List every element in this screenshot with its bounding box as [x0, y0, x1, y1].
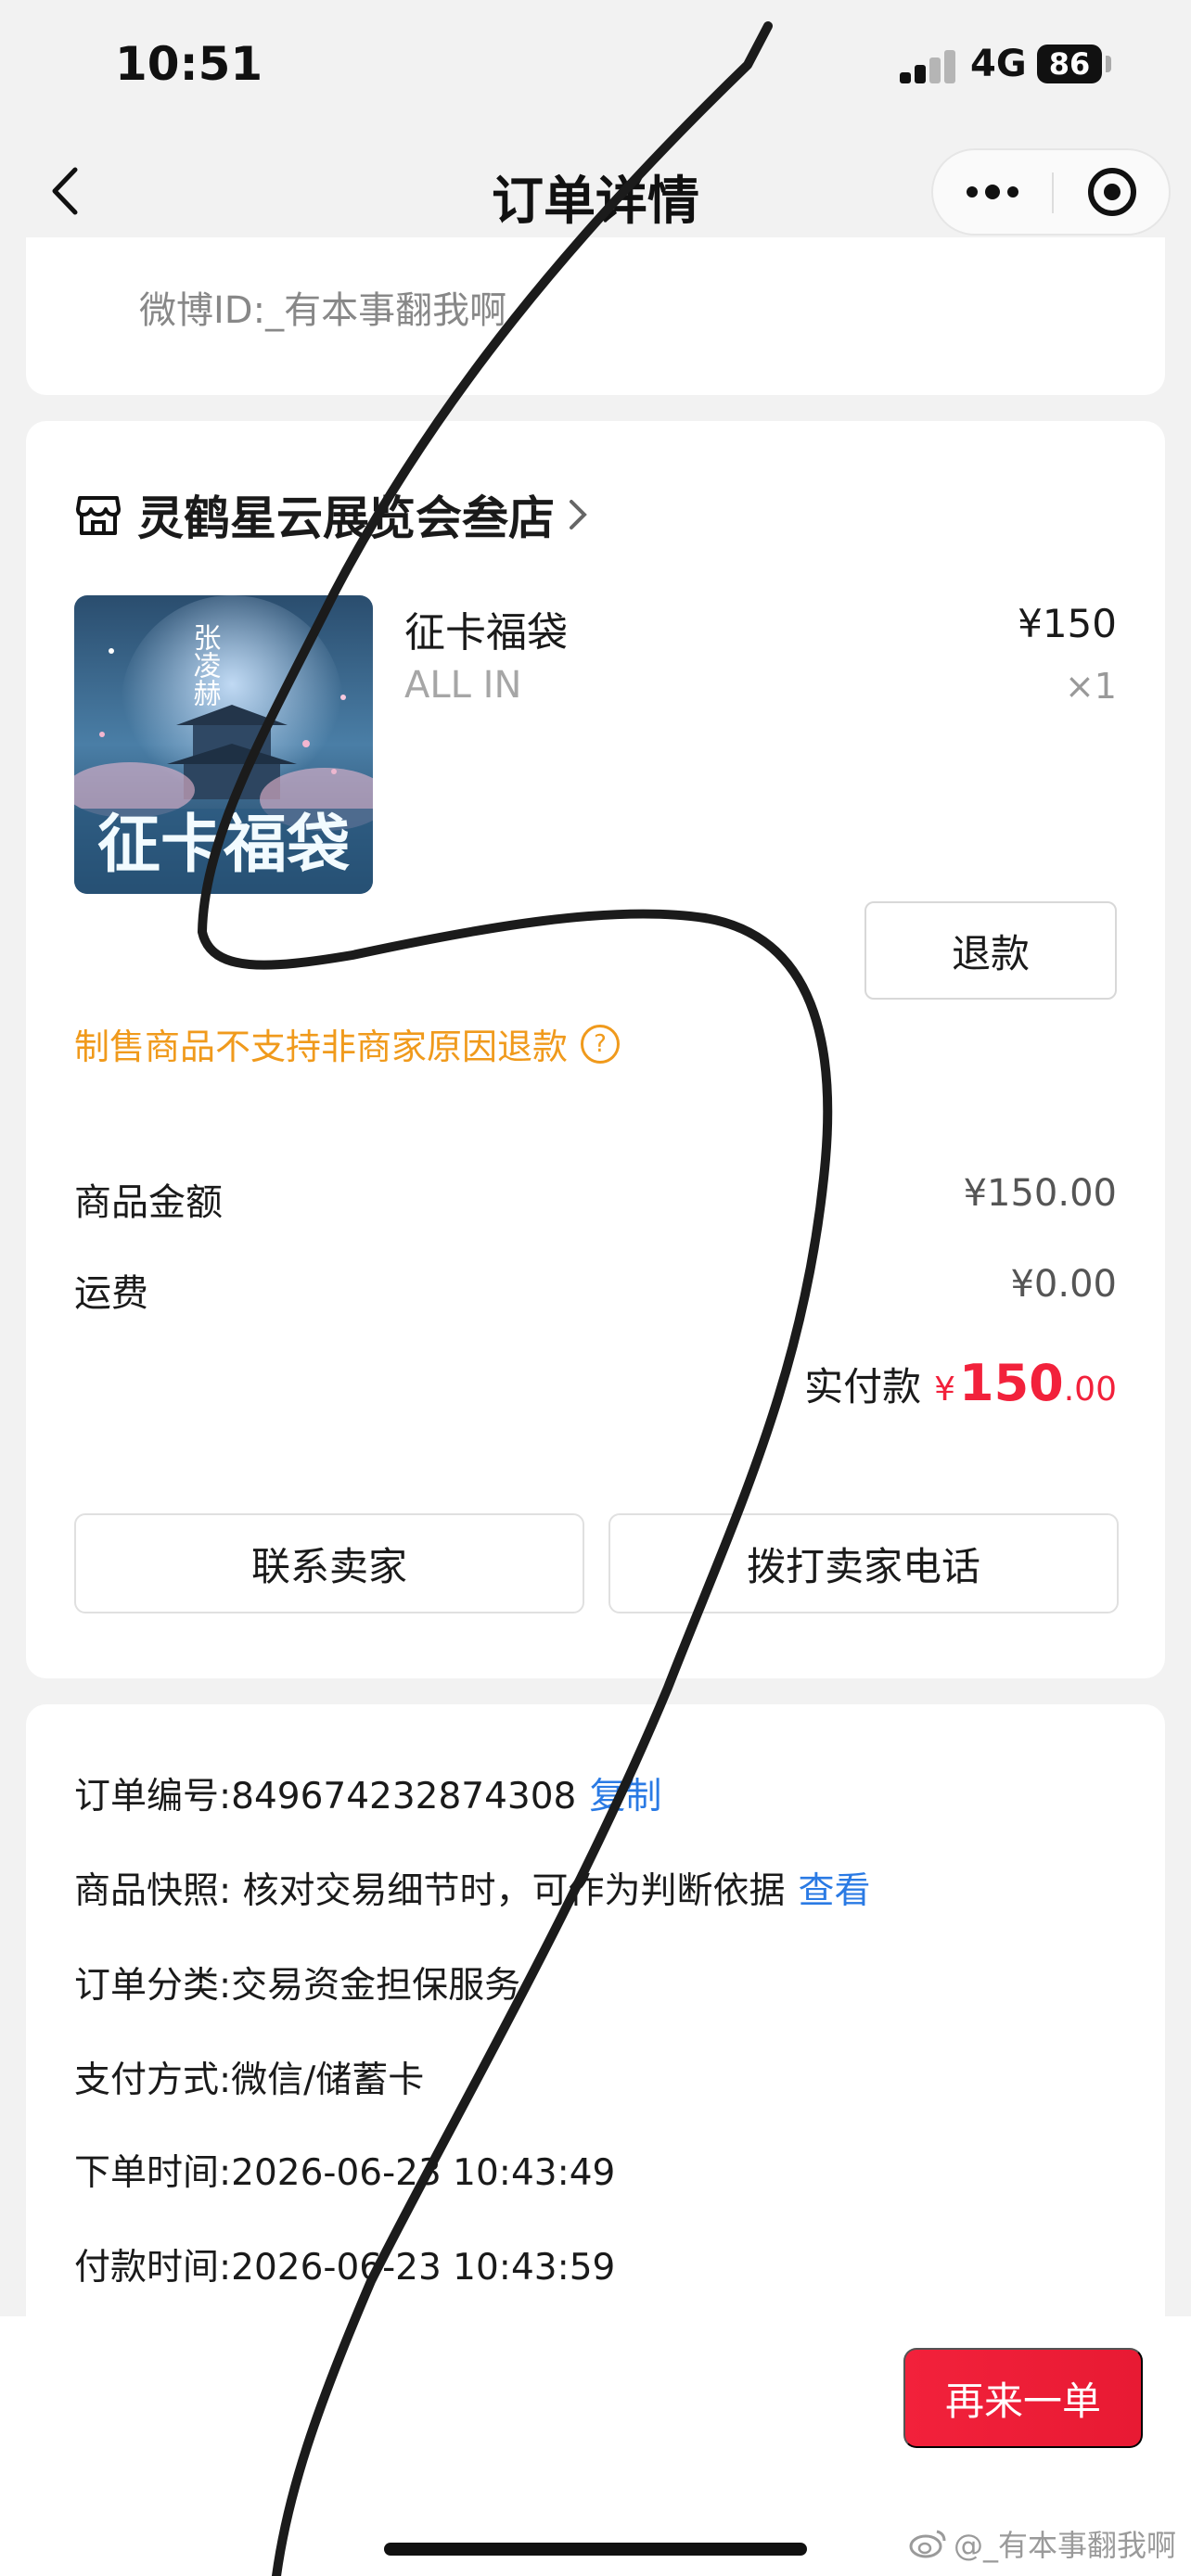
- question-circle-icon[interactable]: ?: [581, 1024, 621, 1064]
- paid-integer: 150: [959, 1354, 1064, 1412]
- pay-time: 付款时间:2026-06-23 10:43:59: [74, 2247, 616, 2289]
- contact-seller-button[interactable]: 联系卖家: [74, 1513, 584, 1613]
- target-close-icon: [1088, 168, 1136, 216]
- weibo-id: 微博ID:_有本事翻我啊: [139, 289, 507, 332]
- bottom-action-bar: 再来一单 @_有本事翻我啊: [0, 2316, 1191, 2576]
- network-type: 4G: [970, 43, 1027, 85]
- snapshot-row: 商品快照: 核对交易细节时，可作为判断依据 查看: [74, 1862, 871, 1914]
- buyer-info-card: 微博ID:_有本事翻我啊: [26, 237, 1165, 395]
- view-snapshot-link[interactable]: 查看: [799, 1870, 871, 1912]
- refund-button[interactable]: 退款: [864, 901, 1117, 1000]
- close-mini-program-button[interactable]: [1054, 150, 1171, 234]
- paid-label: 实付款: [804, 1364, 922, 1409]
- signal-icon: [900, 48, 957, 83]
- more-dots-icon: [967, 186, 978, 198]
- shop-link[interactable]: 灵鹤星云展览会叁店: [74, 482, 590, 547]
- refund-notice-text: 制售商品不支持非商家原因退款: [74, 1027, 569, 1067]
- home-indicator: [384, 2543, 807, 2556]
- shop-name: 灵鹤星云展览会叁店: [137, 491, 555, 545]
- product-quantity: ×1: [1064, 666, 1117, 707]
- shipping-label: 运费: [74, 1272, 148, 1315]
- goods-amount-label: 商品金额: [74, 1181, 223, 1224]
- call-seller-button[interactable]: 拨打卖家电话: [608, 1513, 1119, 1613]
- store-icon: [76, 496, 121, 535]
- refund-notice: 制售商品不支持非商家原因退款 ?: [74, 1018, 621, 1069]
- goods-amount-value: ¥150.00: [963, 1172, 1117, 1215]
- reorder-button[interactable]: 再来一单: [903, 2348, 1143, 2448]
- chevron-right-icon: [570, 500, 587, 529]
- weibo-icon: [909, 2530, 946, 2558]
- payment-method: 支付方式:微信/储蓄卡: [74, 2060, 425, 2101]
- order-number-row: 订单编号:849674232874308 复制: [74, 1767, 661, 1819]
- goods-amount-row: 商品金额 ¥150.00: [74, 1172, 1117, 1226]
- product-image[interactable]: 张凌赫 征卡福袋: [74, 595, 373, 894]
- order-number: 订单编号:849674232874308: [74, 1776, 577, 1817]
- mini-program-capsule: [931, 148, 1171, 236]
- product-sku: ALL IN: [404, 664, 522, 707]
- order-time: 下单时间:2026-06-23 10:43:49: [74, 2152, 616, 2194]
- order-product-card: 灵鹤星云展览会叁店 张凌赫 征卡福袋 征卡福袋 ALL IN ¥150 ×1 退…: [26, 421, 1165, 1678]
- snapshot-text: 商品快照: 核对交易细节时，可作为判断依据: [74, 1870, 786, 1912]
- nav-bar: 订单详情: [0, 130, 1191, 255]
- order-category: 订单分类:交易资金担保服务: [74, 1965, 521, 2007]
- product-image-text: 征卡福袋: [97, 808, 350, 882]
- shipping-value: ¥0.00: [1010, 1263, 1117, 1306]
- copy-link[interactable]: 复制: [589, 1776, 661, 1817]
- more-button[interactable]: [933, 150, 1052, 234]
- product-name[interactable]: 征卡福袋: [404, 599, 568, 658]
- weibo-watermark: @_有本事翻我啊: [909, 2522, 1176, 2565]
- product-image-text-vertical: 张凌赫: [188, 623, 222, 707]
- status-time: 10:51: [115, 37, 263, 91]
- paid-decimal: .00: [1063, 1371, 1117, 1409]
- battery-tip: [1106, 56, 1111, 72]
- status-bar: 10:51 4G 86: [0, 0, 1191, 130]
- paid-currency: ¥: [934, 1371, 955, 1409]
- paid-amount-row: 实付款 ¥ 150 .00: [804, 1354, 1117, 1412]
- shipping-row: 运费 ¥0.00: [74, 1263, 1117, 1317]
- product-price: ¥150: [1018, 601, 1117, 646]
- watermark-text: @_有本事翻我啊: [954, 2528, 1177, 2563]
- battery-icon: 86: [1037, 45, 1102, 83]
